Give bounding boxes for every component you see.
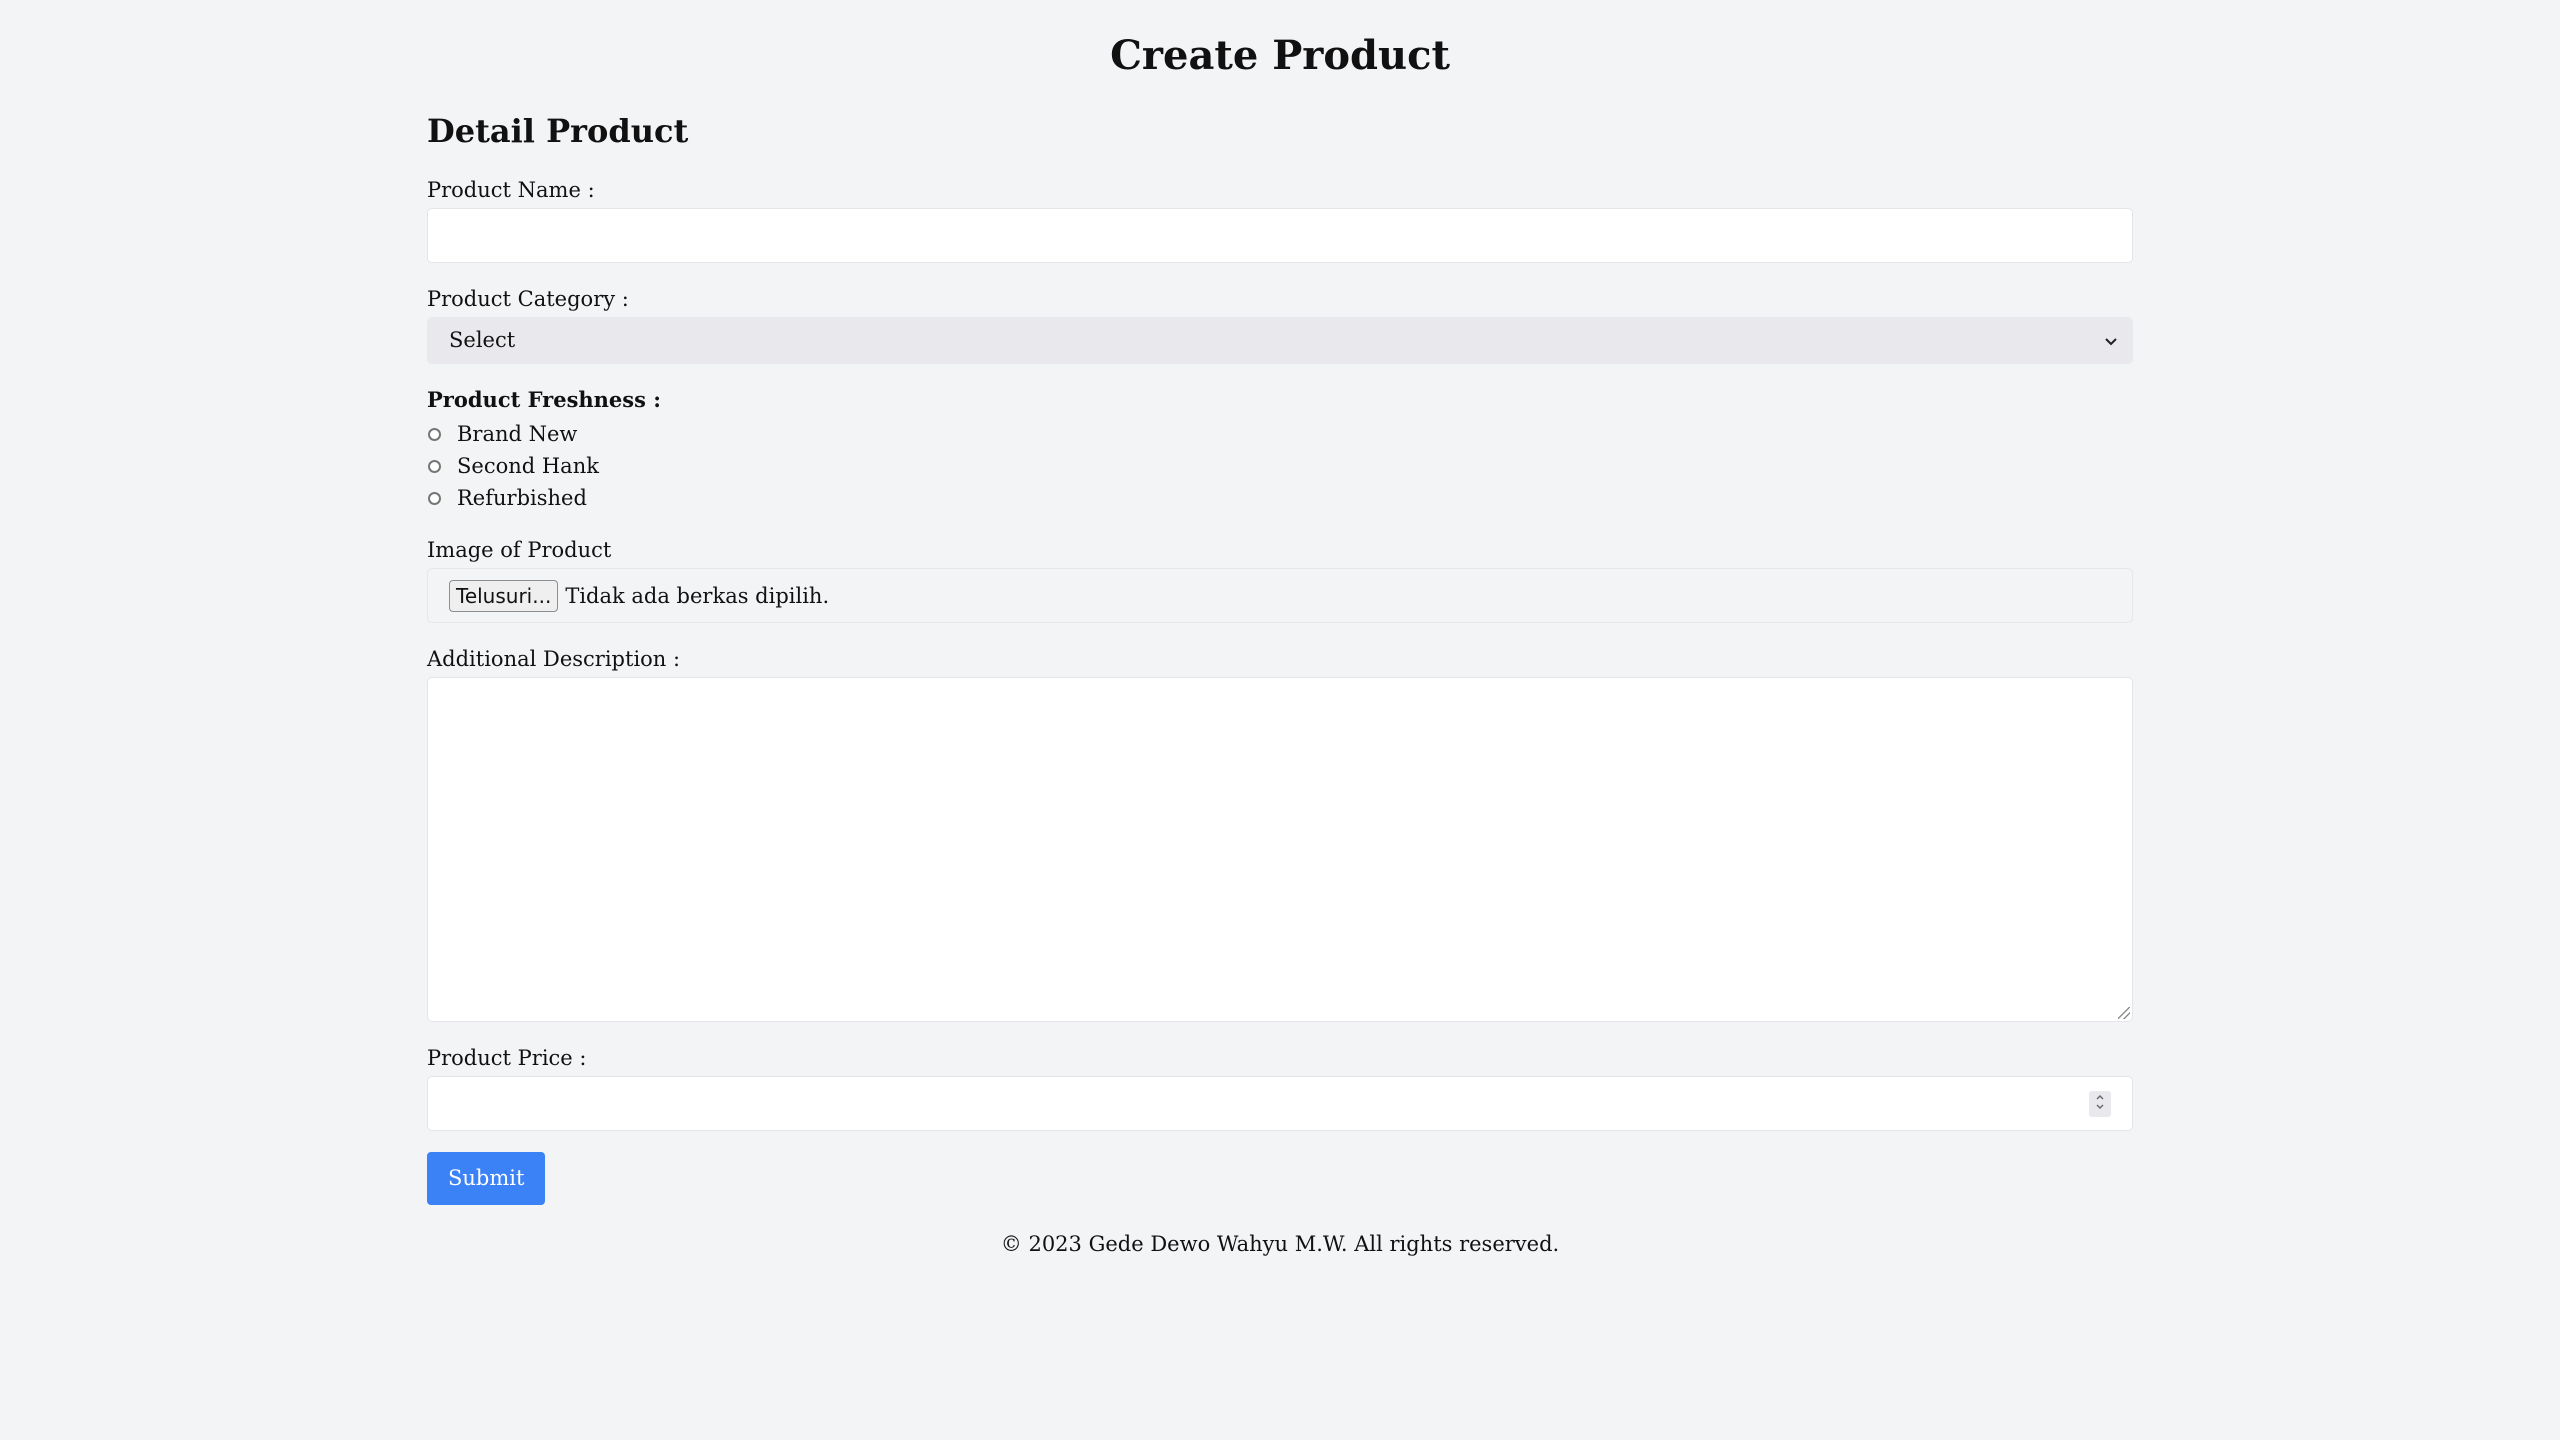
resize-grip-icon[interactable] — [2118, 1007, 2130, 1019]
page-title: Create Product — [1110, 32, 1450, 79]
freshness-option-label: Refurbished — [457, 486, 587, 510]
description-textarea[interactable] — [427, 677, 2133, 1022]
product-category-label: Product Category : — [427, 287, 629, 311]
product-name-input[interactable] — [427, 208, 2133, 263]
freshness-option-second-hank[interactable]: Second Hank — [427, 450, 2133, 482]
freshness-option-brand-new[interactable]: Brand New — [427, 418, 2133, 450]
radio-button[interactable] — [428, 459, 441, 473]
freshness-option-label: Second Hank — [457, 454, 599, 478]
product-category-selected: Select — [449, 328, 516, 352]
description-label: Additional Description : — [427, 647, 681, 671]
file-status-text: Tidak ada berkas dipilih. — [565, 583, 830, 608]
freshness-option-refurbished[interactable]: Refurbished — [427, 482, 2133, 514]
freshness-option-label: Brand New — [457, 422, 578, 446]
footer-copyright: © 2023 Gede Dewo Wahyu M.W. All rights r… — [1000, 1232, 1560, 1256]
image-label: Image of Product — [427, 538, 612, 562]
submit-button[interactable]: Submit — [427, 1152, 546, 1205]
browse-button[interactable]: Telusuri... — [449, 579, 559, 612]
product-freshness-label: Product Freshness : — [427, 387, 662, 412]
product-freshness-radio-group: Brand New Second Hank Refurbished — [427, 418, 2133, 514]
image-file-input[interactable]: Telusuri... Tidak ada berkas dipilih. — [427, 568, 2133, 623]
product-price-input[interactable] — [427, 1076, 2133, 1131]
radio-button[interactable] — [428, 427, 441, 441]
chevron-down-icon — [2105, 317, 2117, 364]
product-price-label: Product Price : — [427, 1046, 587, 1070]
number-spinner-icon[interactable] — [2089, 1091, 2111, 1117]
radio-button[interactable] — [428, 491, 441, 505]
product-form: Detail Product Product Name : Product Ca… — [427, 104, 2133, 1205]
section-title: Detail Product — [427, 112, 689, 150]
product-name-label: Product Name : — [427, 178, 595, 202]
product-category-select[interactable]: Select — [427, 317, 2133, 364]
